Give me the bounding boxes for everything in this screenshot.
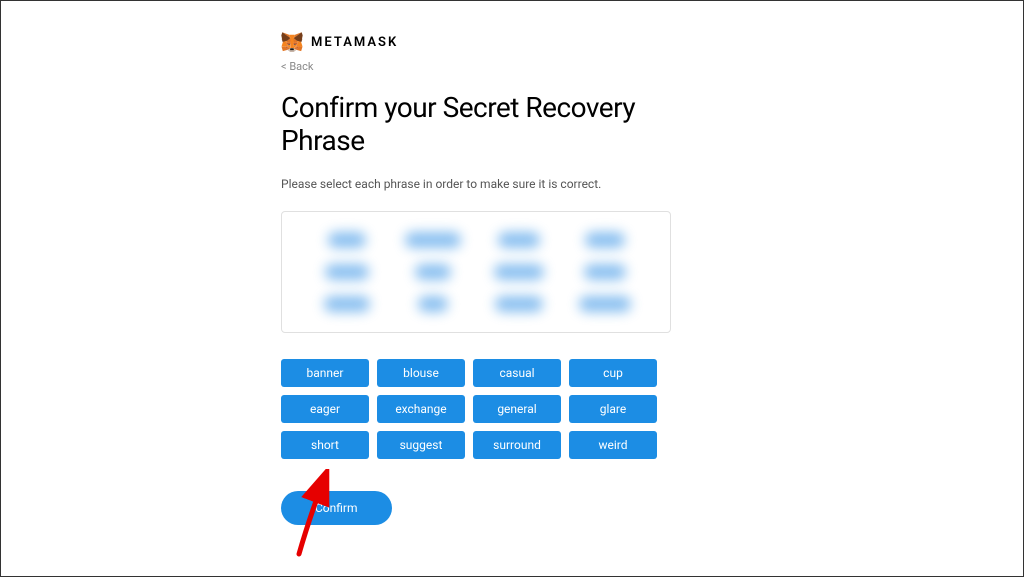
blurred-word-placeholder [325, 264, 369, 280]
blurred-word-placeholder [584, 264, 626, 280]
blurred-word-placeholder [585, 232, 625, 248]
word-chip-casual[interactable]: casual [473, 359, 561, 387]
word-chip-general[interactable]: general [473, 395, 561, 423]
brand-name: METAMASK [311, 35, 398, 50]
word-chip-weird[interactable]: weird [569, 431, 657, 459]
main-container: METAMASK < Back Confirm your Secret Reco… [1, 1, 701, 525]
word-selection-grid: banner blouse casual cup eager exchange genera… [281, 359, 701, 459]
word-chip-cup[interactable]: cup [569, 359, 657, 387]
blurred-word-placeholder [495, 296, 543, 312]
blurred-word-placeholder [324, 296, 370, 312]
blurred-word-placeholder [405, 232, 461, 248]
blurred-word-placeholder [494, 264, 544, 280]
brand-header: METAMASK [281, 31, 701, 53]
word-chip-blouse[interactable]: blouse [377, 359, 465, 387]
blurred-word-placeholder [418, 296, 448, 312]
word-chip-banner[interactable]: banner [281, 359, 369, 387]
blurred-word-placeholder [415, 264, 451, 280]
confirm-button[interactable]: Confirm [281, 491, 392, 525]
blurred-word-placeholder [498, 232, 540, 248]
selected-phrase-box [281, 211, 671, 333]
blurred-word-placeholder [579, 296, 631, 312]
word-chip-glare[interactable]: glare [569, 395, 657, 423]
metamask-fox-icon [281, 31, 303, 53]
blurred-word-placeholder [328, 232, 366, 248]
back-link[interactable]: < Back [281, 60, 314, 73]
word-chip-short[interactable]: short [281, 431, 369, 459]
word-chip-suggest[interactable]: suggest [377, 431, 465, 459]
page-title: Confirm your Secret Recovery Phrase [281, 91, 701, 157]
word-chip-exchange[interactable]: exchange [377, 395, 465, 423]
instruction-text: Please select each phrase in order to ma… [281, 177, 701, 191]
word-chip-eager[interactable]: eager [281, 395, 369, 423]
word-chip-surround[interactable]: surround [473, 431, 561, 459]
